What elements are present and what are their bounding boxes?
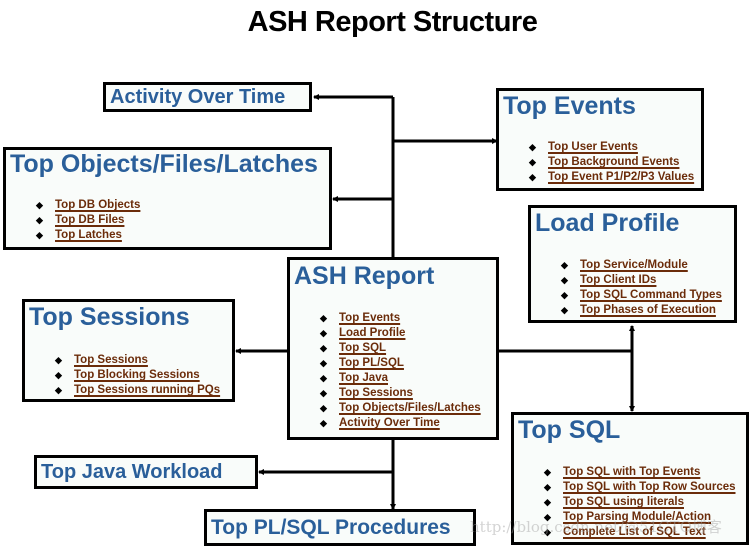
bullet-icon: ◆ — [561, 290, 568, 300]
list-item[interactable]: ◆ Top Objects/Files/Latches — [320, 401, 481, 416]
box-load-profile: Load Profile ◆ Top Service/Module ◆ Top Cl… — [528, 205, 737, 323]
bullet-icon: ◆ — [320, 388, 327, 398]
list-item[interactable]: ◆ Activity Over Time — [320, 416, 481, 431]
box-ash-report: ASH Report ◆ Top Events ◆ Load Profile ◆ To… — [287, 257, 499, 440]
bullet-icon: ◆ — [544, 482, 551, 492]
bullet-icon: ◆ — [544, 497, 551, 507]
link-top-java[interactable]: Top Java — [339, 372, 388, 384]
link-top-sql[interactable]: Top SQL — [339, 342, 386, 354]
link-complete-sql-text[interactable]: Complete List of SQL Text — [563, 526, 706, 538]
box-heading: Top PL/SQL Procedures — [211, 516, 451, 539]
box-heading: Activity Over Time — [110, 86, 286, 108]
box-top-objects: Top Objects/Files/Latches ◆ Top DB Object… — [3, 147, 332, 250]
bullet-icon: ◆ — [320, 343, 327, 353]
box-heading: Top Sessions — [29, 303, 190, 331]
link-top-parsing-module[interactable]: Top Parsing Module/Action — [563, 511, 711, 523]
link-top-phases-execution[interactable]: Top Phases of Execution — [580, 304, 716, 316]
list-item[interactable]: ◆ Top Parsing Module/Action — [544, 510, 736, 525]
bullet-icon: ◆ — [561, 275, 568, 285]
link-activity-over-time[interactable]: Activity Over Time — [339, 417, 440, 429]
list-item[interactable]: ◆ Top Latches — [36, 228, 140, 243]
list-item[interactable]: ◆ Top Phases of Execution — [561, 303, 722, 318]
bullet-icon: ◆ — [55, 385, 62, 395]
bullet-icon: ◆ — [55, 355, 62, 365]
list-item[interactable]: ◆ Top DB Files — [36, 213, 140, 228]
bullet-icon: ◆ — [544, 527, 551, 537]
box-heading: ASH Report — [294, 262, 435, 290]
list-item[interactable]: ◆ Top SQL Command Types — [561, 288, 722, 303]
bullet-icon: ◆ — [320, 373, 327, 383]
box-top-java: Top Java Workload — [34, 455, 258, 489]
list-item[interactable]: ◆ Top Service/Module — [561, 258, 722, 273]
link-top-latches[interactable]: Top Latches — [55, 229, 122, 241]
box-activity-over-time: Activity Over Time — [103, 82, 312, 112]
list-item[interactable]: ◆ Top SQL with Top Row Sources — [544, 480, 736, 495]
box-heading: Top Java Workload — [41, 461, 223, 483]
list-item[interactable]: ◆ Top Client IDs — [561, 273, 722, 288]
link-top-objects-files-latches[interactable]: Top Objects/Files/Latches — [339, 402, 481, 414]
list-item[interactable]: ◆ Top Background Events — [529, 155, 694, 170]
bullet-icon: ◆ — [529, 157, 536, 167]
list-item[interactable]: ◆ Top SQL — [320, 341, 481, 356]
link-top-client-ids[interactable]: Top Client IDs — [580, 274, 656, 286]
link-top-sql-literals[interactable]: Top SQL using literals — [563, 496, 684, 508]
bullet-icon: ◆ — [320, 313, 327, 323]
link-top-sql-command-types[interactable]: Top SQL Command Types — [580, 289, 722, 301]
bullet-icon: ◆ — [544, 467, 551, 477]
link-top-plsql[interactable]: Top PL/SQL — [339, 357, 404, 369]
list-item[interactable]: ◆ Complete List of SQL Text — [544, 525, 736, 540]
link-top-sessions-detail[interactable]: Top Sessions — [74, 354, 148, 366]
box-top-sessions: Top Sessions ◆ Top Sessions ◆ Top Blocking… — [22, 299, 235, 402]
link-load-profile[interactable]: Load Profile — [339, 327, 405, 339]
link-top-db-objects[interactable]: Top DB Objects — [55, 199, 140, 211]
bullet-icon: ◆ — [36, 200, 43, 210]
bullet-icon: ◆ — [320, 328, 327, 338]
link-top-blocking-sessions[interactable]: Top Blocking Sessions — [74, 369, 200, 381]
bullet-icon: ◆ — [561, 305, 568, 315]
link-top-sessions[interactable]: Top Sessions — [339, 387, 413, 399]
box-top-plsql: Top PL/SQL Procedures — [204, 509, 476, 546]
link-top-event-p-values[interactable]: Top Event P1/P2/P3 Values — [548, 171, 694, 183]
list-item[interactable]: ◆ Top Event P1/P2/P3 Values — [529, 170, 694, 185]
link-top-sql-row-sources[interactable]: Top SQL with Top Row Sources — [563, 481, 736, 493]
list-item[interactable]: ◆ Load Profile — [320, 326, 481, 341]
bullet-icon: ◆ — [320, 403, 327, 413]
bullet-icon: ◆ — [36, 215, 43, 225]
link-top-db-files[interactable]: Top DB Files — [55, 214, 124, 226]
bullet-icon: ◆ — [320, 358, 327, 368]
link-top-user-events[interactable]: Top User Events — [548, 141, 638, 153]
list-item[interactable]: ◆ Top Blocking Sessions — [55, 368, 220, 383]
link-top-sessions-pqs[interactable]: Top Sessions running PQs — [74, 384, 220, 396]
box-heading: Top Objects/Files/Latches — [10, 150, 318, 178]
box-top-events: Top Events ◆ Top User Events ◆ Top Backgro… — [496, 88, 704, 191]
bullet-icon: ◆ — [320, 418, 327, 428]
list-item[interactable]: ◆ Top SQL with Top Events — [544, 465, 736, 480]
box-heading: Top SQL — [518, 416, 621, 444]
link-top-background-events[interactable]: Top Background Events — [548, 156, 679, 168]
bullet-icon: ◆ — [529, 142, 536, 152]
list-item[interactable]: ◆ Top SQL using literals — [544, 495, 736, 510]
list-item[interactable]: ◆ Top Sessions — [55, 353, 220, 368]
list-item[interactable]: ◆ Top DB Objects — [36, 198, 140, 213]
link-top-sql-top-events[interactable]: Top SQL with Top Events — [563, 466, 700, 478]
bullet-icon: ◆ — [561, 260, 568, 270]
list-item[interactable]: ◆ Top Events — [320, 311, 481, 326]
bullet-icon: ◆ — [544, 512, 551, 522]
link-top-events[interactable]: Top Events — [339, 312, 400, 324]
list-item[interactable]: ◆ Top User Events — [529, 140, 694, 155]
box-top-sql: Top SQL ◆ Top SQL with Top Events ◆ Top SQ… — [511, 412, 749, 545]
box-heading: Load Profile — [535, 209, 680, 237]
bullet-icon: ◆ — [55, 370, 62, 380]
list-item[interactable]: ◆ Top PL/SQL — [320, 356, 481, 371]
list-item[interactable]: ◆ Top Java — [320, 371, 481, 386]
list-item[interactable]: ◆ Top Sessions running PQs — [55, 383, 220, 398]
bullet-icon: ◆ — [529, 172, 536, 182]
link-top-service-module[interactable]: Top Service/Module — [580, 259, 688, 271]
list-item[interactable]: ◆ Top Sessions — [320, 386, 481, 401]
box-heading: Top Events — [503, 92, 636, 120]
bullet-icon: ◆ — [36, 230, 43, 240]
